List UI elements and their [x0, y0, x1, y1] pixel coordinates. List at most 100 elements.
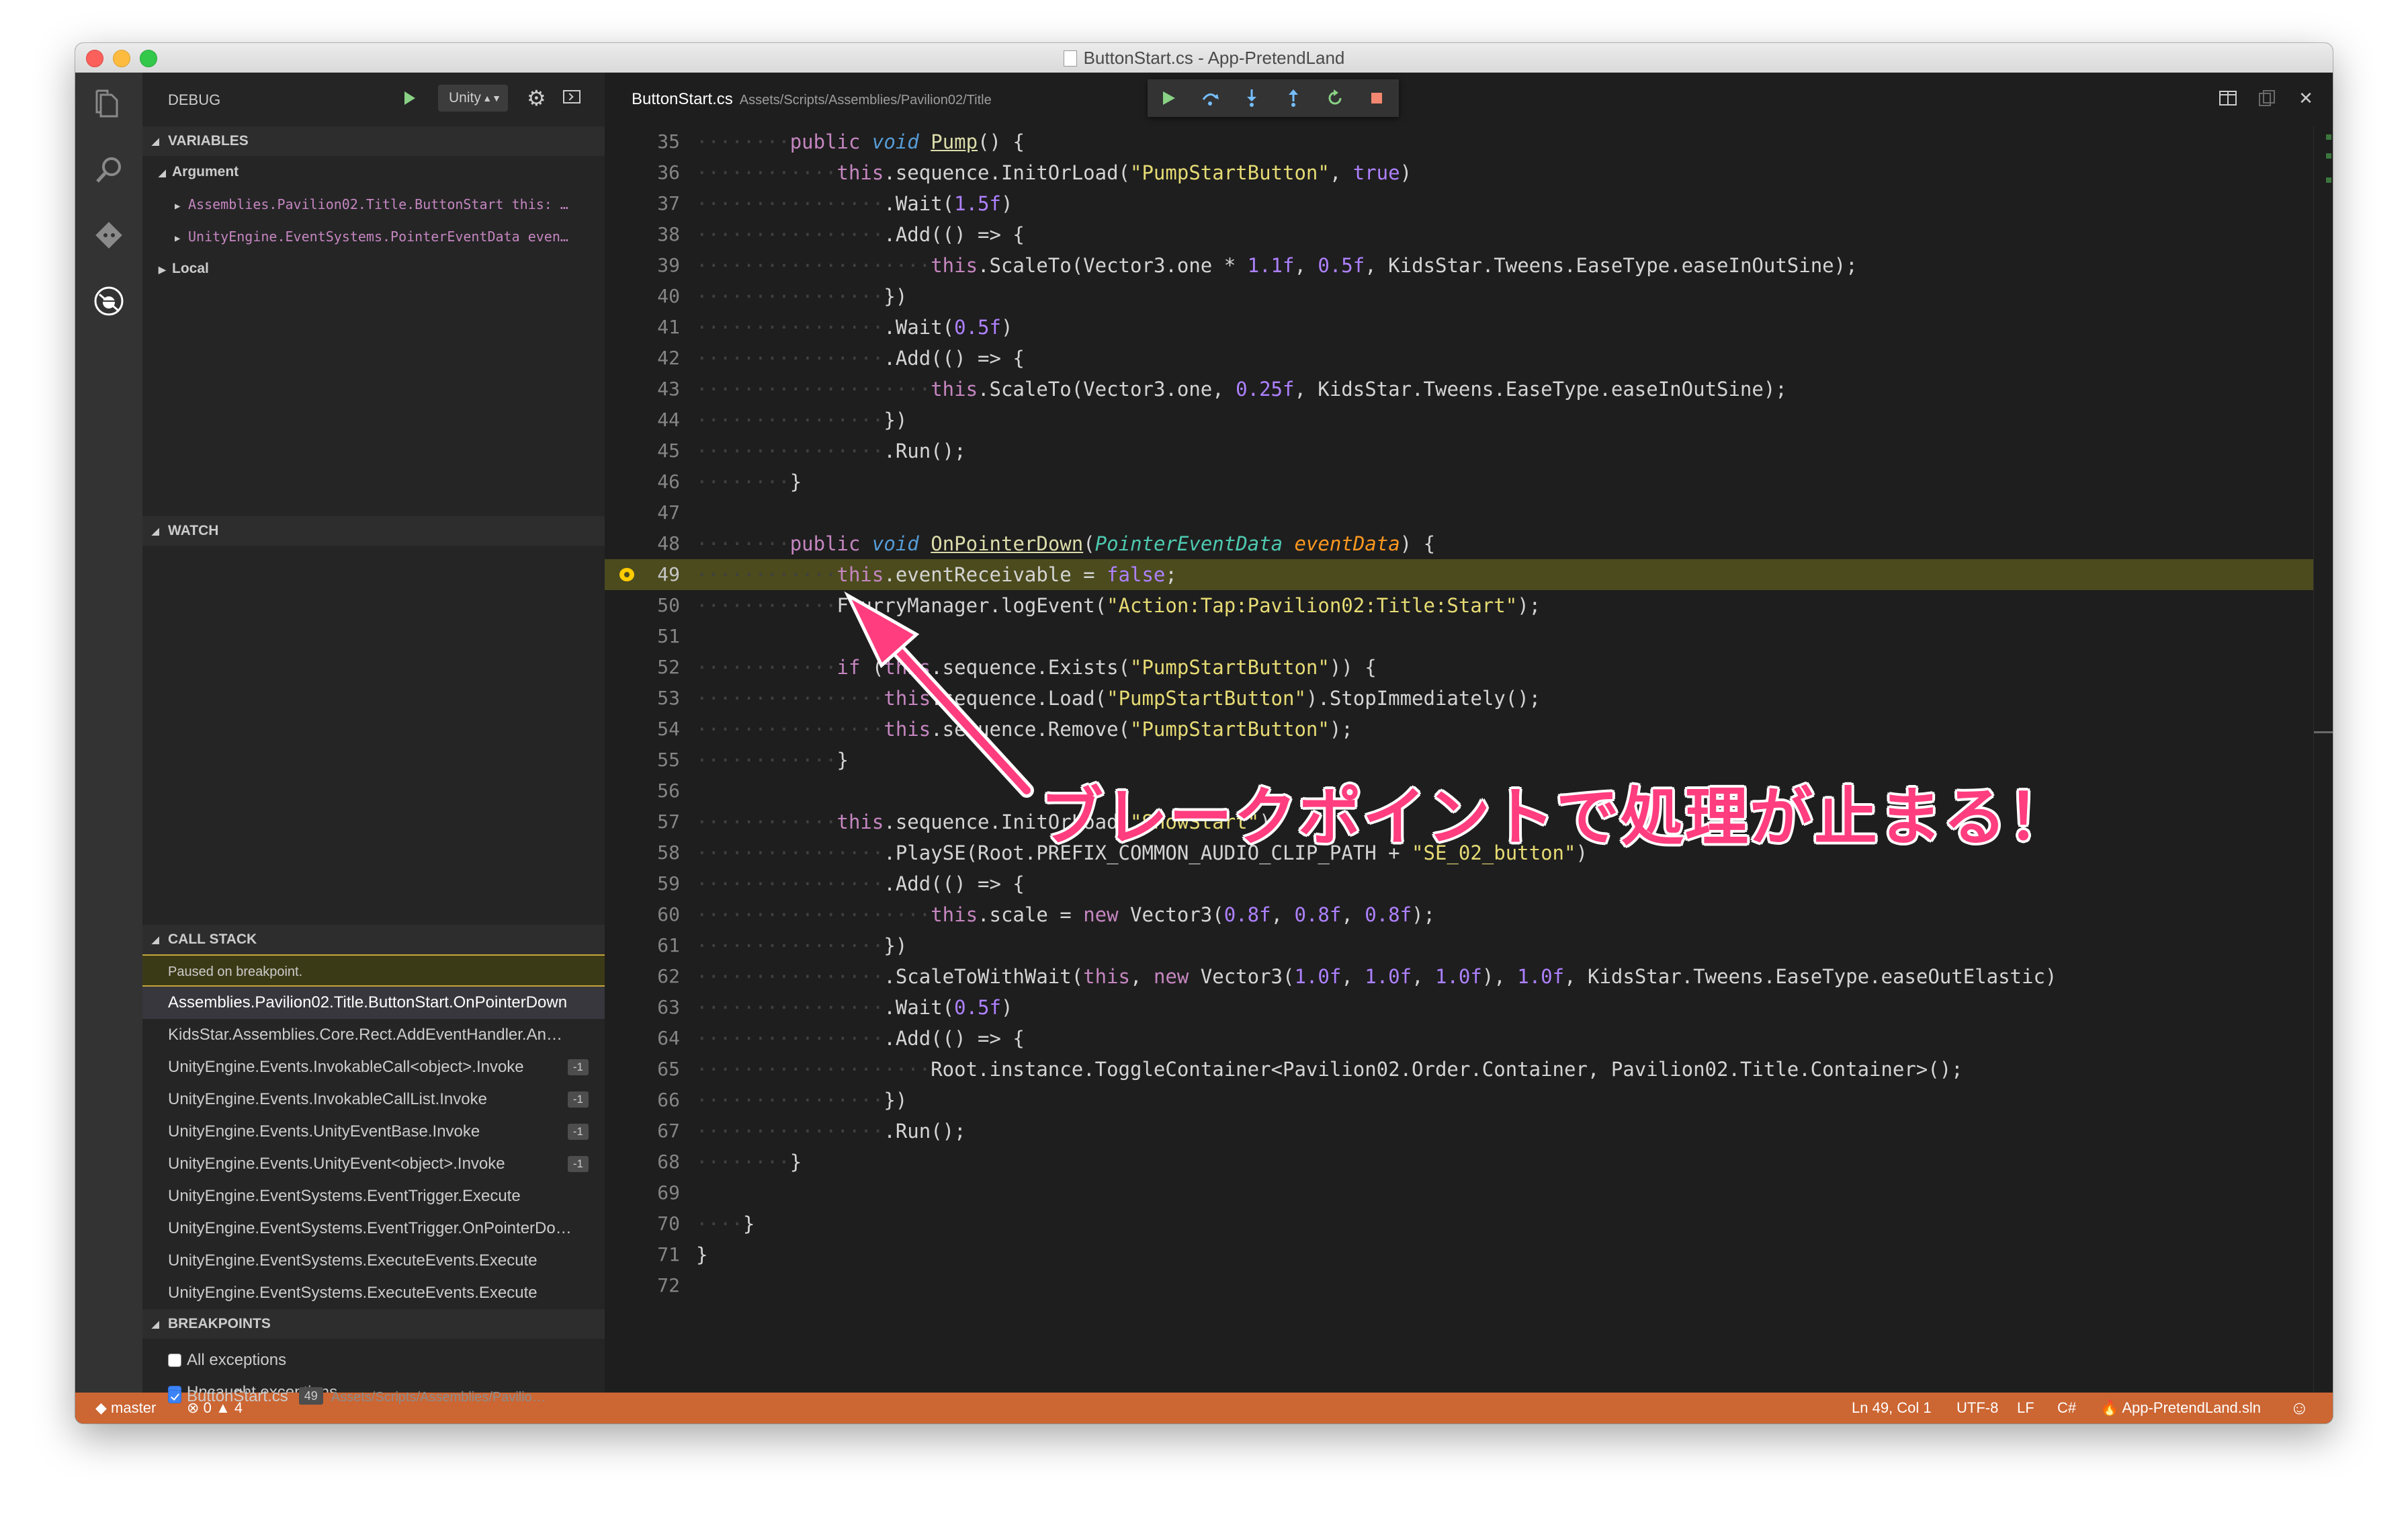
- code-line: 61 ················}): [605, 930, 2333, 961]
- code-text: ····}: [696, 1212, 755, 1235]
- breakpoint-all-exceptions[interactable]: All exceptions: [142, 1344, 605, 1376]
- expanded-triangle-icon: ◢: [159, 167, 166, 178]
- variable-name: Assemblies.Pavilion02.Title.ButtonStart …: [188, 196, 568, 212]
- all-exceptions-label: All exceptions: [187, 1351, 287, 1369]
- step-over-button[interactable]: [1189, 79, 1231, 117]
- code-line: 59 ················.Add(() => {: [605, 868, 2333, 899]
- local-scope[interactable]: ▶ Local: [142, 253, 621, 285]
- watch-section-header[interactable]: ◢ WATCH: [142, 516, 605, 546]
- callstack-frame[interactable]: KidsStar.Assemblies.Core.Rect.AddEventHa…: [142, 1019, 605, 1051]
- feedback-smiley-icon[interactable]: ☺: [2290, 1393, 2309, 1423]
- argument-scope[interactable]: ◢ Argument: [142, 156, 621, 188]
- split-editor-icon[interactable]: [2217, 87, 2239, 109]
- line-number: 47: [657, 501, 680, 524]
- debug-console-icon[interactable]: [563, 90, 580, 104]
- code-text: ················.Wait(1.5f): [696, 192, 1013, 215]
- callstack-frame[interactable]: UnityEngine.Events.UnityEvent<object>.In…: [142, 1148, 605, 1180]
- debug-header: DEBUG Unity ▲▼ ⚙: [142, 73, 605, 126]
- variable-item[interactable]: ▶ UnityEngine.EventSystems.PointerEventDa…: [142, 220, 637, 253]
- code-line: 41 ················.Wait(0.5f): [605, 312, 2333, 343]
- line-number: 51: [657, 625, 680, 647]
- step-into-button[interactable]: [1231, 79, 1273, 117]
- breakpoint-file-row[interactable]: ButtonStart.cs 49 Assets/Scripts/Assemblie…: [142, 1380, 605, 1413]
- callstack-frame-badge: -1: [567, 1059, 589, 1075]
- code-text: ················.Add(() => {: [696, 347, 1025, 370]
- code-line: 50 ············FlurryManager.logEvent("Ac…: [605, 590, 2333, 621]
- line-number: 48: [657, 532, 680, 554]
- code-line: 47: [605, 497, 2333, 528]
- cursor-position[interactable]: Ln 49, Col 1: [1852, 1393, 1932, 1423]
- step-out-button[interactable]: [1273, 79, 1314, 117]
- tab-file-path: Assets/Scripts/Assemblies/Pavilion02/Tit…: [739, 93, 992, 108]
- callstack-frame[interactable]: UnityEngine.EventSystems.EventTrigger.On…: [142, 1212, 605, 1245]
- line-number: 69: [657, 1182, 680, 1204]
- line-number: 38: [657, 223, 680, 245]
- editor-scrollbar[interactable]: [2313, 126, 2333, 1393]
- code-text: ················}): [696, 409, 908, 431]
- callstack-frame[interactable]: UnityEngine.EventSystems.EventTrigger.Ex…: [142, 1180, 605, 1212]
- annotation-text: ブレークポイントで処理が止まる！: [1040, 781, 2073, 854]
- code-line: 39 ····················this.ScaleTo(Vecto…: [605, 250, 2333, 281]
- line-number: 39: [657, 254, 680, 276]
- tab-file-name: ButtonStart.cs: [632, 90, 733, 108]
- callstack-frame[interactable]: UnityEngine.Events.UnityEventBase.Invoke…: [142, 1116, 605, 1148]
- line-number: 43: [657, 378, 680, 400]
- eol-indicator[interactable]: LF: [2017, 1393, 2034, 1423]
- start-debugging-icon[interactable]: [404, 91, 415, 105]
- collapsed-triangle-icon: ▶: [159, 264, 166, 275]
- scroll-marker: [2326, 177, 2331, 183]
- line-number: 49: [657, 563, 680, 585]
- git-icon[interactable]: [90, 216, 128, 254]
- callstack-frame[interactable]: UnityEngine.Events.InvokableCall<object>…: [142, 1051, 605, 1083]
- close-editor-icon[interactable]: ✕: [2295, 87, 2317, 109]
- callstack-frame[interactable]: UnityEngine.EventSystems.ExecuteEvents.E…: [142, 1245, 605, 1277]
- code-text: ················.Run();: [696, 1120, 966, 1143]
- code-text: ················}): [696, 1089, 908, 1112]
- code-line: 53 ················this.sequence.Load("Pu…: [605, 683, 2333, 714]
- gear-icon[interactable]: ⚙: [527, 85, 546, 112]
- variables-section-header[interactable]: ◢ VARIABLES: [142, 126, 605, 156]
- callstack-frame[interactable]: Assemblies.Pavilion02.Title.ButtonStart.…: [142, 987, 605, 1019]
- search-icon[interactable]: [90, 151, 128, 188]
- encoding-indicator[interactable]: UTF-8: [1956, 1393, 1998, 1423]
- variables-title: VARIABLES: [168, 133, 249, 149]
- local-label: Local: [172, 261, 209, 276]
- code-area[interactable]: 35 ········public void Pump() { 36 ·······…: [605, 126, 2333, 1393]
- debug-icon[interactable]: [90, 282, 128, 320]
- language-indicator[interactable]: C#: [2057, 1393, 2076, 1423]
- code-line: 63 ················.Wait(0.5f): [605, 992, 2333, 1023]
- code-line: 54 ················this.sequence.Remove("…: [605, 714, 2333, 745]
- code-line: 42 ················.Add(() => {: [605, 343, 2333, 374]
- line-number: 63: [657, 996, 680, 1018]
- line-number: 56: [657, 780, 680, 802]
- scroll-marker: [2326, 153, 2331, 159]
- restart-button[interactable]: [1314, 79, 1356, 117]
- line-number: 61: [657, 934, 680, 956]
- breakpoint-file-checkbox[interactable]: [168, 1390, 181, 1403]
- line-number: 44: [657, 409, 680, 431]
- line-number: 41: [657, 316, 680, 338]
- debug-toolbar: [1148, 79, 1399, 117]
- callstack-frame[interactable]: UnityEngine.EventSystems.ExecuteEvents.E…: [142, 1277, 605, 1309]
- breakpoints-section-header[interactable]: ◢ BREAKPOINTS: [142, 1309, 605, 1339]
- variable-item[interactable]: ▶ Assemblies.Pavilion02.Title.ButtonStart…: [142, 188, 637, 220]
- stop-button[interactable]: [1356, 79, 1398, 117]
- editor-tab[interactable]: ButtonStart.cs Assets/Scripts/Assemblies/…: [632, 90, 992, 109]
- code-line: 68 ········}: [605, 1147, 2333, 1177]
- debug-configuration-select[interactable]: Unity ▲▼: [438, 85, 508, 112]
- vscode-window: ButtonStart.cs - App-PretendLand DEBUG U…: [75, 43, 2333, 1423]
- code-line: 40 ················}): [605, 281, 2333, 312]
- line-number: 54: [657, 718, 680, 740]
- line-number: 71: [657, 1243, 680, 1266]
- continue-button[interactable]: [1148, 79, 1189, 117]
- all-exceptions-checkbox[interactable]: [168, 1354, 181, 1367]
- explorer-icon[interactable]: [90, 85, 128, 122]
- callstack-frame[interactable]: UnityEngine.Events.InvokableCallList.Inv…: [142, 1083, 605, 1116]
- breakpoint-file-path: Assets/Scripts/Assemblies/Pavilio…: [331, 1390, 546, 1405]
- line-number: 36: [657, 161, 680, 183]
- callstack-section-header[interactable]: ◢ CALL STACK: [142, 925, 605, 954]
- activity-bar: [75, 73, 142, 1393]
- code-line: 43 ····················this.ScaleTo(Vecto…: [605, 374, 2333, 405]
- solution-indicator[interactable]: 🔥 App-PretendLand.sln: [2100, 1393, 2261, 1423]
- open-changes-icon[interactable]: [2256, 87, 2278, 109]
